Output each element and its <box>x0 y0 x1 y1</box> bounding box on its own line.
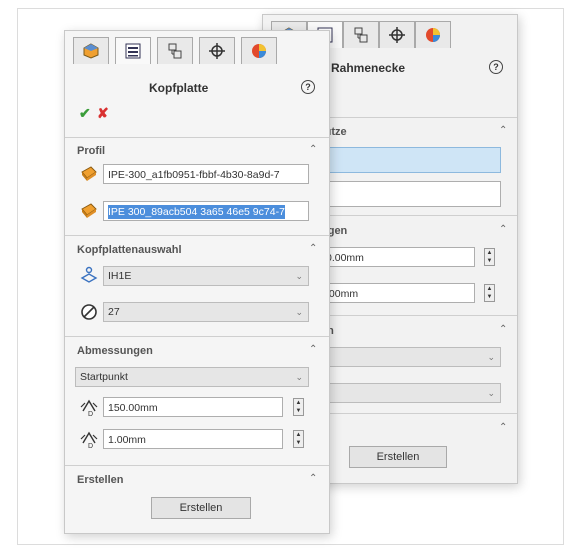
tab-bar <box>65 31 329 65</box>
dropdown-1[interactable]: ⌄ <box>321 347 501 367</box>
plate-number-select[interactable]: 27 ⌄ <box>103 302 309 322</box>
display-manager-icon <box>252 44 266 58</box>
property-manager-icon <box>125 43 141 59</box>
spin-button[interactable]: ▲ ▼ <box>293 430 304 448</box>
collapse-icon[interactable]: ⌃ <box>309 144 317 155</box>
selection-field-1[interactable] <box>321 147 501 173</box>
dimxpert-icon <box>389 27 405 43</box>
tab-configuration-manager[interactable] <box>343 21 379 48</box>
profile-field-1[interactable]: IPE-300_a1fb0951-fbbf-4b30-8a9d-7 <box>103 164 309 184</box>
panel-title: Kopfplatte <box>149 81 209 95</box>
create-button[interactable]: Erstellen <box>349 446 447 468</box>
divider <box>65 465 329 466</box>
chevron-down-icon: ⌄ <box>487 352 495 362</box>
collapse-icon[interactable]: ⌃ <box>499 422 507 433</box>
beam-profile-icon <box>81 166 97 181</box>
collapse-icon[interactable]: ⌃ <box>309 243 317 254</box>
spin-button[interactable]: ▲ ▼ <box>484 248 495 266</box>
dimension-input-2[interactable]: 1.00mm <box>103 429 283 449</box>
chevron-down-icon: ⌄ <box>295 372 303 382</box>
section-header-profil[interactable]: Profil <box>77 145 105 157</box>
divider <box>65 336 329 337</box>
tab-display-manager[interactable] <box>415 21 451 48</box>
tab-dimxpert[interactable] <box>379 21 415 48</box>
collapse-icon[interactable]: ⌃ <box>499 324 507 335</box>
section-header-erstellen[interactable]: Erstellen <box>77 474 123 486</box>
divider <box>65 137 329 138</box>
dimension-icon: D <box>80 431 98 449</box>
dimxpert-icon <box>209 43 225 59</box>
kopfplatte-panel: Kopfplatte ? ✔ ✘ Profil ⌃ IPE-300_a1fb09… <box>64 30 330 534</box>
chevron-down-icon: ⌄ <box>295 271 303 281</box>
chevron-down-icon: ⌄ <box>487 388 495 398</box>
plate-type-value: IH1E <box>108 270 132 282</box>
help-icon[interactable]: ? <box>301 80 315 94</box>
plate-type-select[interactable]: IH1E ⌄ <box>103 266 309 286</box>
dropdown-2[interactable]: ⌄ <box>321 383 501 403</box>
tab-display-manager[interactable] <box>241 37 277 64</box>
dimension-icon: D <box>80 399 98 417</box>
panel-title: Rahmenecke <box>331 61 406 75</box>
chevron-down-icon: ⌄ <box>295 307 303 317</box>
tab-property-manager[interactable] <box>115 37 151 64</box>
collapse-icon[interactable]: ⌃ <box>309 344 317 355</box>
help-icon[interactable]: ? <box>489 60 503 74</box>
plate-number-icon <box>81 304 97 320</box>
ok-icon[interactable]: ✔ <box>79 105 91 122</box>
svg-text:D: D <box>88 443 93 449</box>
display-manager-icon <box>426 28 440 42</box>
selection-field-2[interactable] <box>321 181 501 207</box>
collapse-icon[interactable]: ⌃ <box>309 473 317 484</box>
plate-number-value: 27 <box>108 306 120 318</box>
dimension-input-1[interactable]: 0.00mm <box>321 247 475 267</box>
plate-type-icon <box>80 266 98 283</box>
startpoint-value: Startpunkt <box>80 371 128 383</box>
section-header-abmessungen[interactable]: Abmessungen <box>77 345 153 357</box>
collapse-icon[interactable]: ⌃ <box>499 224 507 235</box>
configuration-manager-icon <box>354 27 368 43</box>
profile-field-2-text: IPE 300_89acb504 3a65 46e5 9c74-7 <box>108 205 285 219</box>
profile-field-2[interactable]: IPE 300_89acb504 3a65 46e5 9c74-7 <box>103 201 309 221</box>
feature-manager-icon <box>83 43 99 59</box>
tab-feature-manager[interactable] <box>73 37 109 64</box>
cancel-icon[interactable]: ✘ <box>97 105 109 122</box>
dimension-input-2[interactable]: .00mm <box>321 283 475 303</box>
spin-button[interactable]: ▲ ▼ <box>484 284 495 302</box>
spin-button[interactable]: ▲ ▼ <box>293 398 304 416</box>
tab-dimxpert[interactable] <box>199 37 235 64</box>
section-header-kopfplattenauswahl[interactable]: Kopfplattenauswahl <box>77 244 182 256</box>
create-button[interactable]: Erstellen <box>151 497 251 519</box>
divider <box>65 235 329 236</box>
beam-profile-icon <box>81 203 97 218</box>
dimension-input-1[interactable]: 150.00mm <box>103 397 283 417</box>
svg-text:D: D <box>88 411 93 417</box>
tab-configuration-manager[interactable] <box>157 37 193 64</box>
configuration-manager-icon <box>168 43 182 59</box>
startpoint-select[interactable]: Startpunkt ⌄ <box>75 367 309 387</box>
collapse-icon[interactable]: ⌃ <box>499 125 507 136</box>
